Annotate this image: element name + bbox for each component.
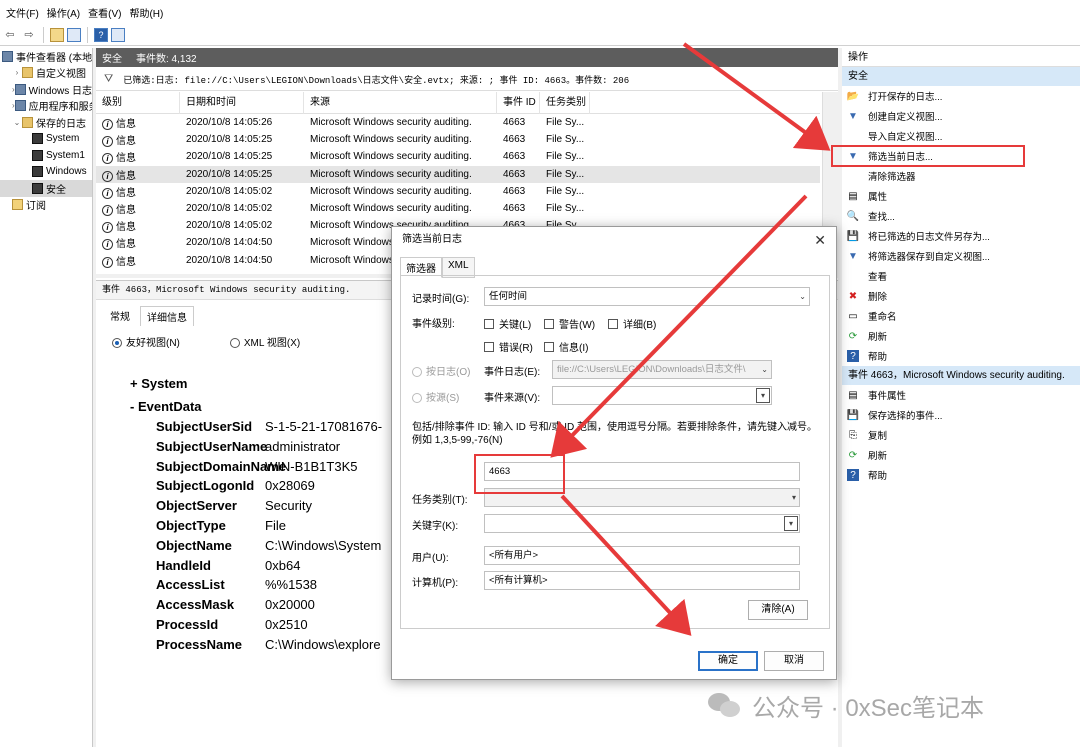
arrow-to-event-id xyxy=(550,194,808,458)
wechat-logo-icon xyxy=(708,692,742,719)
watermark-text: 公众号 · 0xSec笔记本 xyxy=(752,695,985,722)
watermark: 公众号 · 0xSec笔记本 xyxy=(708,688,984,723)
annotation-arrows xyxy=(550,42,831,636)
arrow-to-filter-action xyxy=(682,42,831,151)
arrow-to-ok-button xyxy=(560,494,692,636)
